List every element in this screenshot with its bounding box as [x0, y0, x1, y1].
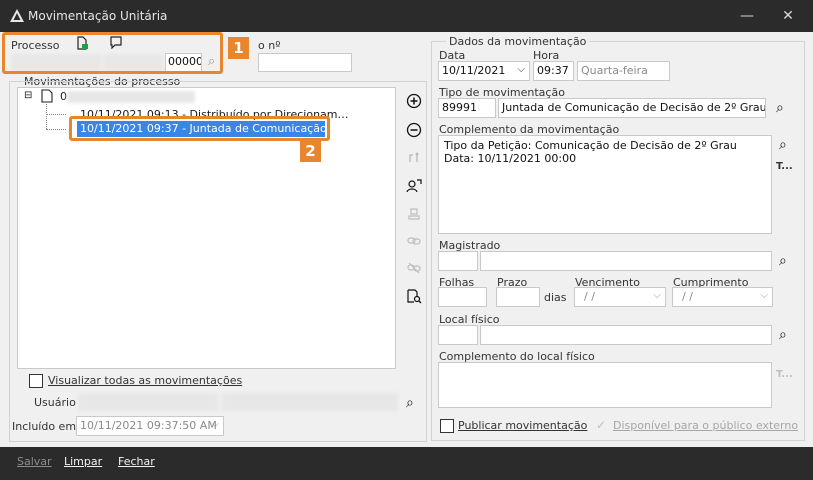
person-icon[interactable] [406, 178, 422, 194]
callout-1-badge: 1 [228, 37, 249, 59]
tree-line [46, 114, 66, 115]
complemento-textarea[interactable]: Tipo da Petição: Comunicação de Decisão … [438, 135, 772, 234]
usuario-search-icon[interactable]: ⌕ [406, 395, 414, 411]
stamp-icon[interactable] [407, 207, 421, 221]
tree-document-icon [41, 89, 53, 103]
usuario-code-field[interactable] [78, 393, 218, 411]
tree-root-prefix: 0 [60, 90, 67, 103]
cumprimento-value: / / [682, 290, 693, 303]
cumprimento-field[interactable]: / / ⌵ [672, 287, 773, 307]
dados-group-label: Dados da movimentação [446, 35, 590, 48]
callout-2-frame [69, 116, 330, 141]
incluido-datetime-field: 10/11/2021 09:37:50 AM ⌵ [76, 416, 224, 436]
chevron-down-icon[interactable]: ⌵ [653, 290, 661, 301]
complemento-line: Tipo da Petição: Comunicação de Decisão … [444, 139, 737, 152]
usuario-name-field[interactable] [222, 393, 398, 411]
publicar-checkbox[interactable] [440, 419, 454, 433]
prazo-field[interactable] [496, 287, 540, 307]
move-up-icon[interactable] [407, 151, 421, 165]
minimize-button[interactable]: — [736, 6, 758, 26]
dias-label: dias [544, 291, 567, 304]
chevron-down-icon[interactable]: ⌵ [517, 64, 525, 75]
vencimento-value: / / [584, 290, 595, 303]
processo-number-label: o nº [258, 39, 281, 52]
callout-1-frame [2, 32, 223, 74]
tree-line [46, 104, 47, 129]
vencimento-field[interactable]: / / ⌵ [574, 287, 666, 307]
weekday-field: Quarta-feira [577, 61, 670, 81]
disponivel-label: Disponível para o público externo [613, 419, 799, 432]
folhas-field[interactable] [438, 287, 487, 307]
publicar-label[interactable]: Publicar movimentação [458, 419, 587, 432]
checkmark-icon: ✓ [596, 418, 607, 432]
magistrado-code-field[interactable] [438, 251, 478, 271]
processo-number-field[interactable] [258, 53, 352, 72]
data-value: 10/11/2021 [442, 64, 506, 77]
unlink-icon[interactable] [407, 262, 421, 274]
show-all-label[interactable]: Visualizar todas as movimentações [48, 374, 242, 387]
show-all-checkbox[interactable] [29, 374, 43, 388]
tree-root-expander[interactable]: ⊟ [24, 90, 32, 101]
text-tool-button[interactable]: T... [776, 161, 793, 172]
tipo-search-icon[interactable]: ⌕ [776, 100, 784, 116]
tree-line [46, 129, 66, 130]
salvar-button[interactable]: Salvar [17, 455, 52, 468]
add-icon[interactable] [406, 93, 422, 109]
usuario-label: Usuário [34, 396, 76, 409]
hora-field[interactable]: 09:37 [533, 61, 574, 81]
window-titlebar: Movimentação Unitária — ✕ [0, 0, 813, 32]
magistrado-search-icon[interactable]: ⌕ [779, 253, 787, 269]
chevron-down-icon[interactable]: ⌵ [760, 290, 768, 301]
app-logo-icon [10, 9, 24, 22]
fechar-button[interactable]: Fechar [118, 455, 155, 468]
local-name-field[interactable] [480, 325, 772, 345]
tree-root-number [67, 91, 195, 103]
tipo-desc-field[interactable]: Juntada de Comunicação de Decisão de 2º … [498, 98, 766, 118]
text-tool-button-disabled: T... [776, 369, 793, 380]
magistrado-name-field[interactable] [480, 251, 772, 271]
remove-icon[interactable] [406, 122, 422, 138]
tipo-code-field[interactable]: 89991 [438, 98, 496, 118]
local-code-field[interactable] [438, 325, 478, 345]
close-button[interactable]: ✕ [777, 6, 799, 26]
chevron-down-icon: ⌵ [211, 419, 219, 430]
complemento-search-icon[interactable]: ⌕ [779, 137, 787, 153]
complemento-local-textarea[interactable] [438, 362, 772, 408]
dialog-footer: Salvar Limpar Fechar [0, 447, 813, 480]
window-title: Movimentação Unitária [28, 9, 168, 23]
limpar-button[interactable]: Limpar [64, 455, 102, 468]
incluido-label: Incluído em : [12, 420, 84, 433]
complemento-line: Data: 10/11/2021 00:00 [444, 152, 577, 165]
callout-2-badge: 2 [300, 140, 321, 162]
local-search-icon[interactable]: ⌕ [779, 327, 787, 343]
document-search-icon[interactable] [406, 288, 422, 304]
data-field[interactable]: 10/11/2021 ⌵ [438, 61, 530, 81]
incluido-value: 10/11/2021 09:37:50 AM [80, 419, 217, 432]
link-icon[interactable] [407, 235, 421, 247]
